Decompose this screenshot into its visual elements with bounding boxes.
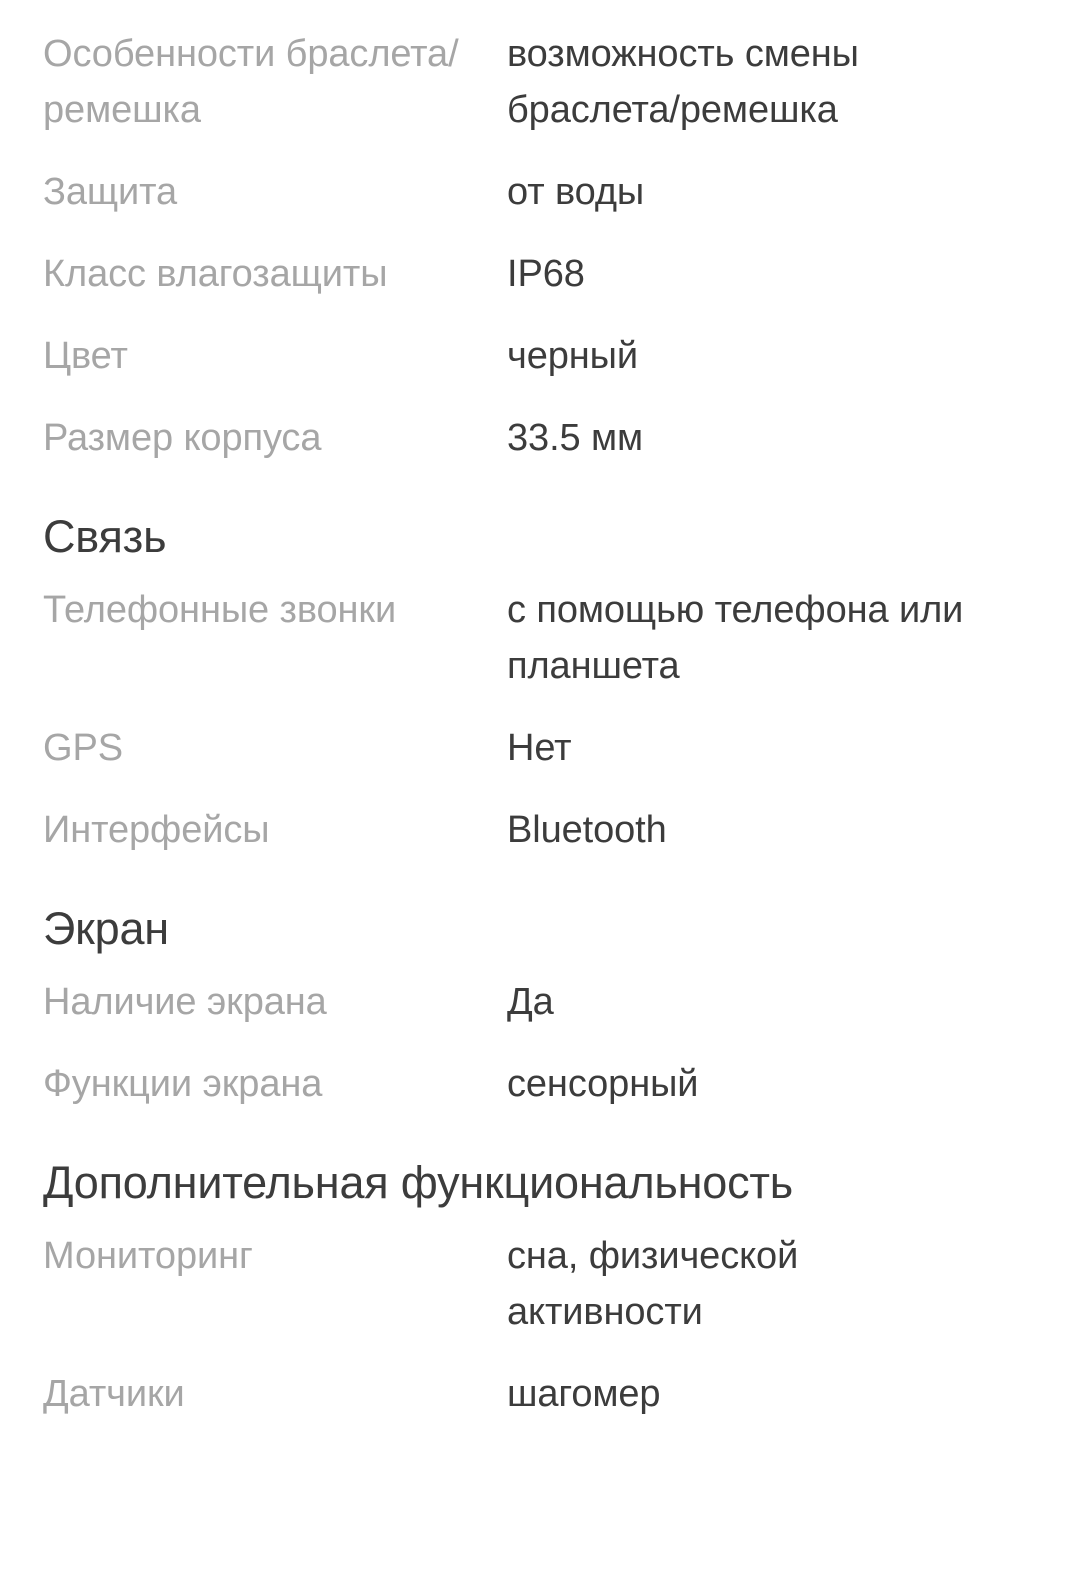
spec-row: Цвет черный <box>0 328 1080 384</box>
spec-row: Размер корпуса 33.5 мм <box>0 410 1080 466</box>
spec-row: Особенности браслета/ремешка возможность … <box>0 26 1080 138</box>
spec-label: Телефонные звонки <box>43 589 397 631</box>
specifications-list: Особенности браслета/ремешка возможность … <box>0 26 1080 1448</box>
spec-label: Размер корпуса <box>43 417 322 459</box>
spec-value: Да <box>507 981 554 1023</box>
spec-row: Интерфейсы Bluetooth <box>0 802 1080 858</box>
spec-label: Класс влагозащиты <box>43 253 388 295</box>
spec-value: Нет <box>507 727 572 769</box>
section-heading: Экран <box>43 903 169 954</box>
spec-label: Защита <box>43 171 178 213</box>
spec-value: Bluetooth <box>507 809 667 851</box>
spec-row: Датчики шагомер <box>0 1366 1080 1422</box>
spec-row: Мониторинг сна, физической активности <box>0 1228 1080 1340</box>
spec-row: GPS Нет <box>0 720 1080 776</box>
spec-label: Функции экрана <box>43 1063 323 1105</box>
section-heading: Дополнительная функциональность <box>43 1157 794 1208</box>
specifications-page: Особенности браслета/ремешка возможность … <box>0 0 1080 1591</box>
spec-value: от воды <box>507 171 645 213</box>
spec-label: Цвет <box>43 335 128 377</box>
spec-label: Датчики <box>43 1373 185 1415</box>
spec-label: Наличие экрана <box>43 981 327 1023</box>
spec-value: шагомер <box>507 1373 661 1415</box>
spec-label: GPS <box>43 727 123 769</box>
spec-value: 33.5 мм <box>507 417 644 459</box>
spec-row: Функции экрана сенсорный <box>0 1056 1080 1112</box>
spec-value: IP68 <box>507 253 585 295</box>
spec-label: Интерфейсы <box>43 809 270 851</box>
spec-label: Мониторинг <box>43 1235 253 1277</box>
spec-value: черный <box>507 335 638 377</box>
spec-value: с помощью телефона или планшета <box>507 589 964 687</box>
spec-row: Защита от воды <box>0 164 1080 220</box>
spec-label: Особенности браслета/ремешка <box>43 33 459 131</box>
spec-row: Телефонные звонки с помощью телефона или … <box>0 582 1080 694</box>
section-heading: Связь <box>43 511 167 562</box>
spec-row: Класс влагозащиты IP68 <box>0 246 1080 302</box>
spec-value: сна, физической активности <box>507 1235 799 1333</box>
spec-row: Наличие экрана Да <box>0 974 1080 1030</box>
spec-value: сенсорный <box>507 1063 699 1105</box>
spec-value: возможность смены браслета/ремешка <box>507 33 859 131</box>
